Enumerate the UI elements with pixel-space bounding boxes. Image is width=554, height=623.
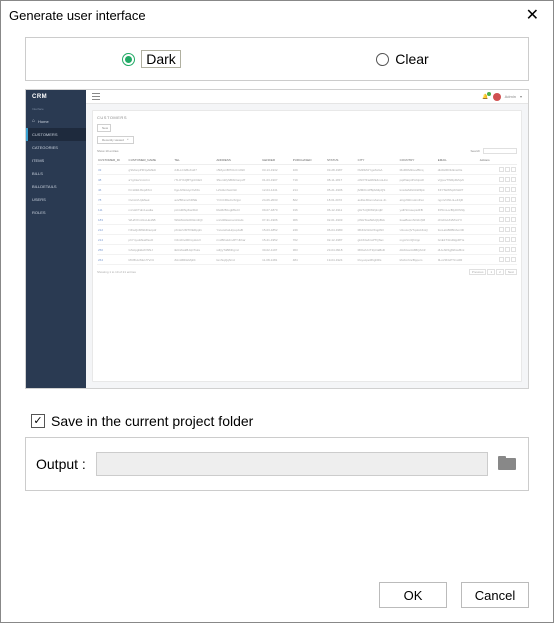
checkbox-icon[interactable] xyxy=(31,414,45,428)
table-row: 183WHAYFnULLLEJABWGMAAGi0OHm3QIunrHtFEwm… xyxy=(97,215,517,225)
sidebar-item-billdetails: BILLDETAILS xyxy=(26,180,86,193)
menu-icon xyxy=(92,93,100,101)
sidebar-item-customers: CUSTOMERS xyxy=(26,128,86,141)
user-label: Admin xyxy=(505,94,516,99)
notification-badge xyxy=(487,92,491,96)
output-label: Output : xyxy=(36,456,86,472)
theme-clear-label: Clear xyxy=(395,51,428,67)
sidebar-item-categories: CATEGORIES xyxy=(26,141,86,154)
search-input xyxy=(483,148,517,154)
table-row: 33gSMonpPFNpAMkdt2JtLLCGBoKo67x5MyoriB7D… xyxy=(97,165,517,175)
pager: Previous 1 2 Next xyxy=(469,269,517,275)
titlebar: Generate user interface ✕ xyxy=(1,1,553,29)
close-icon[interactable]: ✕ xyxy=(520,5,545,25)
avatar xyxy=(493,93,501,101)
table-row: 264MCBUurMuIJYVcUZAmMRtHMpDtlsmNqQqNrnz1… xyxy=(97,255,517,265)
home-icon xyxy=(32,118,35,124)
table-row: 111mzxHFTdm1esdtapzntdRNyZwcDAlRwMzBzogM… xyxy=(97,205,517,215)
output-group: Output : xyxy=(25,437,529,491)
bell-icon xyxy=(482,94,488,100)
folder-icon[interactable] xyxy=(498,456,518,472)
preview-user: Admin ▾ xyxy=(482,93,522,101)
radio-icon xyxy=(122,53,135,66)
sidebar-item-items: ITEMS xyxy=(26,154,86,167)
preview-main: Admin ▾ CUSTOMERS New Recently viewed Sh… xyxy=(86,90,528,388)
radio-icon xyxy=(376,53,389,66)
table-row: 78OvnArzUpMsekauVBKsmchDNEYCCCRiwCvXcjpn… xyxy=(97,195,517,205)
preview-pane: CRM Interface Home CUSTOMERS CATEGORIES … xyxy=(25,89,529,389)
preview-sidebar: CRM Interface Home CUSTOMERS CATEGORIES … xyxy=(26,90,86,388)
theme-clear-option[interactable]: Clear xyxy=(277,50,528,68)
table-row: 38aYgCkeVxmrtntrTLOYbQBTgnhCE33NomRySBtb… xyxy=(97,175,517,185)
sidebar-item-roles: ROLES xyxy=(26,206,86,219)
table-row: 214phYnyuZAlaWsuOOJmDrvdDlmyHoUlrmxBKwtd… xyxy=(97,235,517,245)
save-checkbox-row[interactable]: Save in the current project folder xyxy=(31,413,523,429)
ok-button[interactable]: OK xyxy=(379,582,447,608)
new-button: New xyxy=(97,124,111,132)
theme-dark-option[interactable]: Dark xyxy=(26,50,277,68)
window-title: Generate user interface xyxy=(9,8,146,23)
chevron-down-icon: ▾ xyxy=(520,94,522,99)
sidebar-item-home: Home xyxy=(26,114,86,128)
theme-dark-label: Dark xyxy=(141,50,181,68)
preview-section: Interface xyxy=(26,104,86,114)
preview-brand: CRM xyxy=(26,90,86,104)
theme-selector: Dark Clear xyxy=(25,37,529,81)
table-footer: Showing 1 to 10 of 21 entries xyxy=(97,270,136,274)
sidebar-item-users: USERS xyxy=(26,193,86,206)
card-title: CUSTOMERS xyxy=(97,115,517,120)
sidebar-item-bills: BILLS xyxy=(26,167,86,180)
preview-table: CUSTOMER_IDCUSTOMER_NAME TELADDRESS GEND… xyxy=(97,156,517,265)
table-row: 250GScipgbkkzhWNJiEUitAwkBJqCTukssdQyToB… xyxy=(97,245,517,255)
save-label: Save in the current project folder xyxy=(51,413,253,429)
cancel-button[interactable]: Cancel xyxy=(461,582,529,608)
preview-card: CUSTOMERS New Recently viewed Show 10 en… xyxy=(92,110,522,382)
table-row: 212NKwQnMWkDnutpdrpKnkzUMTIVEDppl1Ywvxwh… xyxy=(97,225,517,235)
output-path-input[interactable] xyxy=(96,452,488,476)
preview-topbar: Admin ▾ xyxy=(86,90,528,104)
table-row: 46KCHIZdJbxpZXntIIgoJcWxHycXvDGLZA3urihs… xyxy=(97,185,517,195)
filter-select: Recently viewed xyxy=(97,136,134,144)
